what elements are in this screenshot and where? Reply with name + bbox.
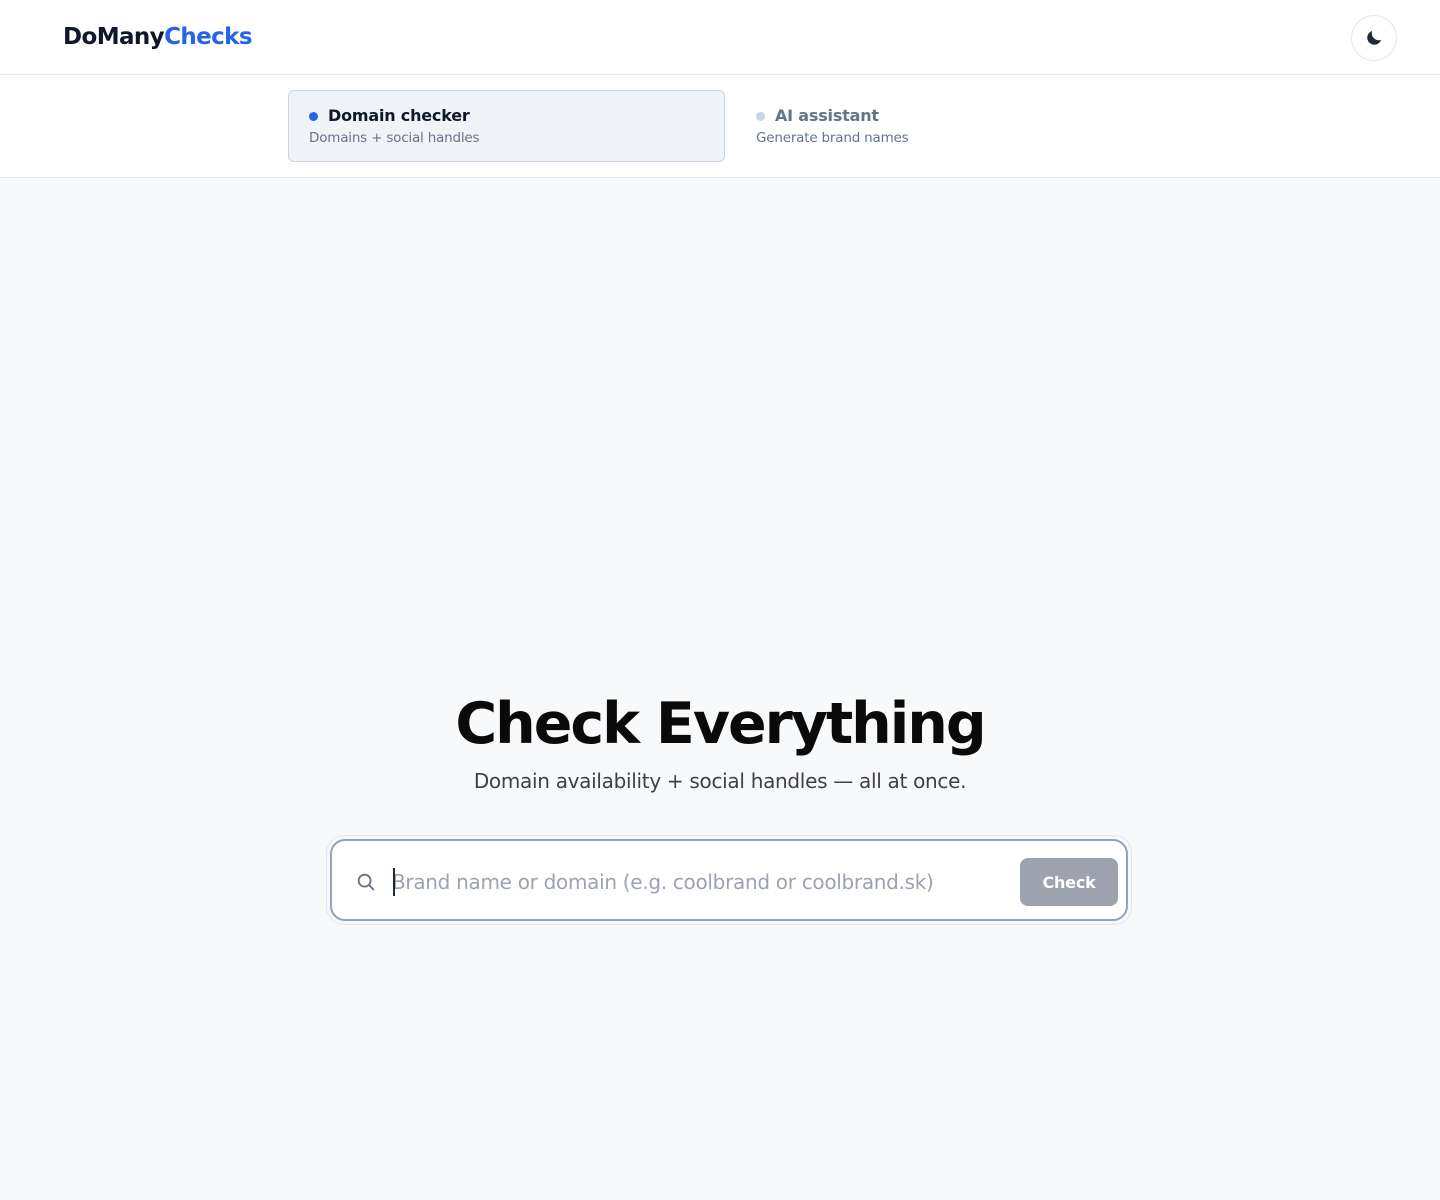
text-cursor [393, 868, 395, 896]
search-form: Check [326, 835, 1132, 925]
inactive-indicator-dot [756, 111, 765, 121]
moon-icon [1367, 30, 1382, 45]
search-icon [357, 873, 375, 891]
mode-tab-subtitle: Generate brand names [756, 130, 909, 146]
mode-tab-title: AI assistant [775, 106, 879, 125]
active-indicator-dot [309, 111, 318, 121]
mode-tab-domain-checker[interactable]: Domain checker Domains + social handles [288, 90, 725, 162]
hero-subtitle: Domain availability + social handles — a… [473, 769, 967, 793]
mode-tab-subtitle: Domains + social handles [309, 130, 480, 146]
check-button[interactable]: Check [1020, 858, 1118, 906]
mode-tab-title: Domain checker [328, 106, 470, 125]
logo-text-primary: DoMany [63, 24, 165, 50]
theme-toggle-button[interactable] [1351, 15, 1397, 61]
logo-text-accent: Checks [164, 24, 252, 50]
top-navigation-bar: DoManyChecks [0, 0, 1440, 75]
search-box: Check [330, 839, 1128, 921]
mode-selector-bar: Domain checker Domains + social handles … [0, 75, 1440, 178]
search-input[interactable] [392, 859, 1012, 905]
app-logo[interactable]: DoManyChecks [63, 22, 253, 52]
hero-section: Check Everything Domain availability + s… [0, 178, 1440, 1200]
hero-title: Check Everything [455, 691, 986, 757]
mode-tab-ai-assistant[interactable]: AI assistant Generate brand names [735, 90, 995, 162]
